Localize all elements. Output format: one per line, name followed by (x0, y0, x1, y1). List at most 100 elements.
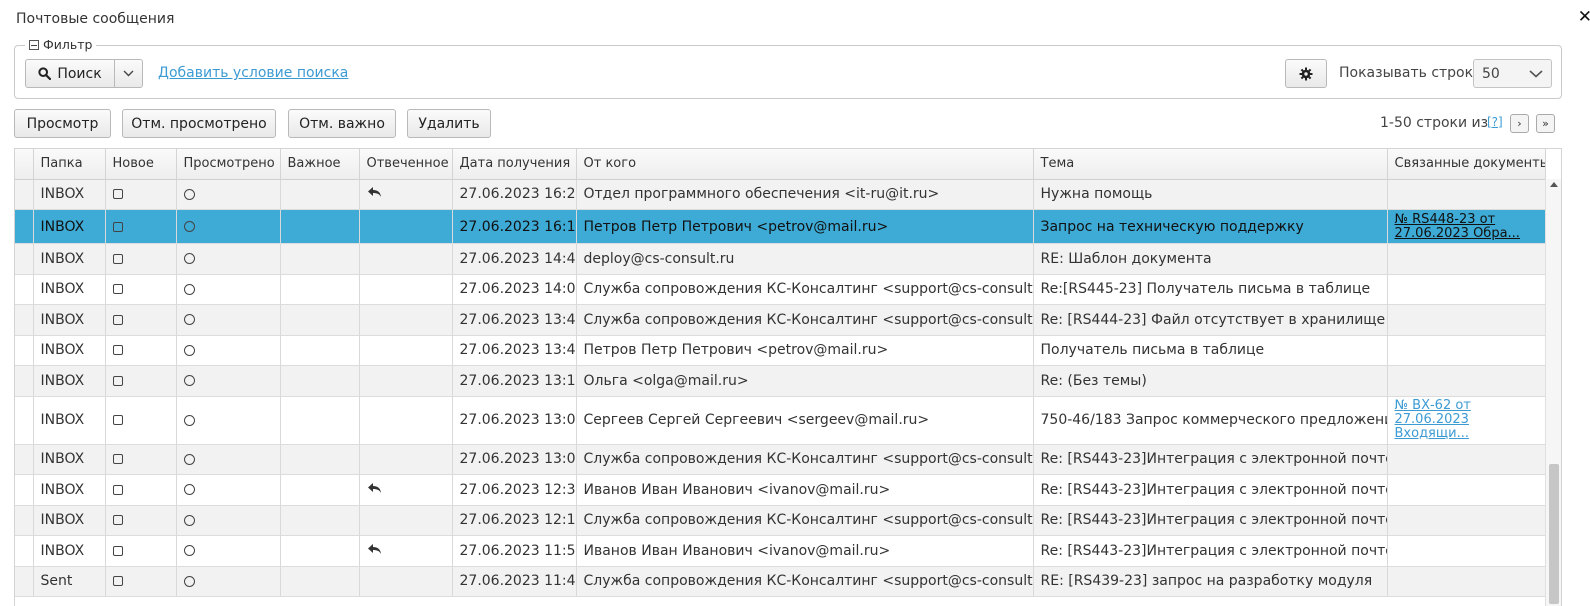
row-marker-cell[interactable] (15, 243, 34, 275)
scrollbar-thumb[interactable] (1549, 464, 1559, 604)
column-header[interactable]: Отвеченное (359, 149, 453, 180)
checkbox-icon[interactable] (112, 545, 123, 556)
checkbox-icon[interactable] (112, 345, 123, 356)
date-cell: 27.06.2023 14:02 (452, 274, 577, 305)
table-row[interactable]: INBOX 27.06.2023 13:18 Ольга <olga@mail.ru… (15, 365, 1546, 397)
related-doc-cell (1387, 566, 1546, 597)
reply-icon (367, 187, 381, 198)
table-row[interactable]: INBOX 27.06.2023 11:52 Иванов Иван Иванови… (15, 535, 1546, 567)
column-header[interactable]: Важное (280, 149, 360, 180)
row-marker-cell[interactable] (15, 365, 34, 397)
rows-per-page-label: Показывать строк (1339, 65, 1474, 81)
table-row[interactable]: INBOX 27.06.2023 14:43 deploy@cs-consult.r… (15, 243, 1546, 275)
folder-cell: INBOX (33, 474, 106, 506)
related-doc-link[interactable]: № ВХ-62 от 27.06.2023 Входящи... (1395, 399, 1538, 441)
checkbox-icon[interactable] (112, 253, 123, 264)
important-cell (280, 474, 360, 506)
table-row[interactable]: INBOX 27.06.2023 16:20 Отдел программного … (15, 179, 1546, 210)
related-doc-cell (1387, 444, 1546, 475)
column-header[interactable]: Папка (33, 149, 106, 180)
next-page-button[interactable]: › (1510, 114, 1529, 133)
important-cell (280, 566, 360, 597)
table-row[interactable]: Sent 27.06.2023 11:48 Служба сопровождения… (15, 566, 1546, 597)
related-doc-cell: № ВХ-62 от 27.06.2023 Входящи... (1387, 396, 1546, 445)
checkbox-icon[interactable] (112, 375, 123, 386)
table-row[interactable]: INBOX 27.06.2023 13:42 Петров Петр Петрови… (15, 335, 1546, 366)
checkbox-icon[interactable] (112, 484, 123, 495)
table-row-selected[interactable]: INBOX 27.06.2023 16:11 Петров Петр Петрови… (15, 209, 1546, 244)
checkbox-icon[interactable] (112, 576, 123, 587)
mark-important-button[interactable]: Отм. важно (288, 109, 396, 138)
messages-grid: Папка Новое Просмотрено Важное Отвеченно… (14, 148, 1562, 606)
important-cell (280, 179, 360, 210)
table-row[interactable]: INBOX 27.06.2023 13:01 Служба сопровождени… (15, 444, 1546, 475)
row-marker-cell[interactable] (15, 396, 34, 445)
date-cell: 27.06.2023 13:42 (452, 335, 577, 366)
new-cell (105, 505, 177, 536)
circle-icon (183, 514, 195, 526)
rows-per-page-select[interactable]: 50 (1473, 59, 1552, 88)
date-cell: 27.06.2023 16:20 (452, 179, 577, 210)
row-marker-cell[interactable] (15, 209, 34, 244)
row-marker-cell[interactable] (15, 566, 34, 597)
important-cell (280, 274, 360, 305)
checkbox-icon[interactable] (112, 189, 123, 200)
new-cell (105, 335, 177, 366)
row-marker-cell[interactable] (15, 179, 34, 210)
replied-cell (359, 566, 453, 597)
row-marker-cell[interactable] (15, 505, 34, 536)
column-header[interactable]: Дата получения (452, 149, 577, 180)
vertical-scrollbar[interactable] (1545, 179, 1561, 606)
last-page-button[interactable]: » (1536, 114, 1555, 133)
column-header[interactable]: Связанные документы (1387, 149, 1546, 180)
search-dropdown-button[interactable] (114, 59, 143, 88)
mark-viewed-button[interactable]: Отм. просмотрено (122, 109, 276, 138)
table-row[interactable]: INBOX 27.06.2023 13:03 Сергеев Сергей Серг… (15, 396, 1546, 445)
table-row[interactable]: INBOX 27.06.2023 13:44 Служба сопровождени… (15, 304, 1546, 336)
column-header[interactable]: От кого (576, 149, 1034, 180)
close-icon[interactable]: ✕ (1578, 9, 1590, 26)
scroll-up-icon[interactable] (1550, 182, 1558, 187)
delete-button[interactable]: Удалить (407, 109, 491, 138)
row-marker-cell[interactable] (15, 535, 34, 567)
filter-legend[interactable]: Фильтр (25, 37, 97, 53)
new-cell (105, 209, 177, 244)
row-marker-cell[interactable] (15, 304, 34, 336)
checkbox-icon[interactable] (112, 454, 123, 465)
minus-box-icon[interactable] (29, 40, 39, 50)
column-header[interactable]: Просмотрено (176, 149, 281, 180)
from-cell: Сергеев Сергей Сергеевич <sergeev@mail.r… (576, 396, 1034, 445)
table-row[interactable]: INBOX 27.06.2023 12:10 Служба сопровождени… (15, 505, 1546, 536)
column-header[interactable]: Тема (1033, 149, 1388, 180)
row-marker-cell[interactable] (15, 444, 34, 475)
add-search-condition-link[interactable]: Добавить условие поиска (158, 65, 348, 81)
settings-button[interactable] (1285, 59, 1327, 88)
search-button[interactable]: Поиск (25, 59, 115, 88)
table-row[interactable]: INBOX 27.06.2023 14:02 Служба сопровождени… (15, 274, 1546, 305)
table-row[interactable]: INBOX 27.06.2023 12:30 Иванов Иван Иванови… (15, 474, 1546, 506)
checkbox-icon[interactable] (112, 515, 123, 526)
subject-cell: Запрос на техническую поддержку (1033, 209, 1388, 244)
filter-legend-label: Фильтр (43, 37, 93, 52)
subject-cell: Re: [RS443-23]Интеграция с электронной п… (1033, 505, 1388, 536)
circle-icon (183, 375, 195, 387)
from-cell: Ольга <olga@mail.ru> (576, 365, 1034, 397)
row-marker-cell[interactable] (15, 335, 34, 366)
from-cell: Иванов Иван Иванович <ivanov@mail.ru> (576, 474, 1034, 506)
filter-panel: Фильтр Поиск Добавить условие поиска Пок… (14, 37, 1562, 99)
gear-icon (1299, 67, 1313, 80)
pager-help-link[interactable]: [?] (1487, 115, 1503, 129)
window-title: Почтовые сообщения (16, 11, 175, 27)
checkbox-icon[interactable] (112, 221, 123, 232)
checkbox-icon[interactable] (112, 314, 123, 325)
column-header-rownum (15, 149, 34, 180)
view-button[interactable]: Просмотр (14, 109, 111, 138)
subject-cell: Re: [RS443-23]Интеграция с электронной п… (1033, 535, 1388, 567)
row-marker-cell[interactable] (15, 474, 34, 506)
column-header[interactable]: Новое (105, 149, 177, 180)
row-marker-cell[interactable] (15, 274, 34, 305)
folder-cell: INBOX (33, 274, 106, 305)
checkbox-icon[interactable] (112, 415, 123, 425)
checkbox-icon[interactable] (112, 284, 123, 295)
related-doc-link[interactable]: № RS448-23 от 27.06.2023 Обра... (1395, 212, 1538, 241)
